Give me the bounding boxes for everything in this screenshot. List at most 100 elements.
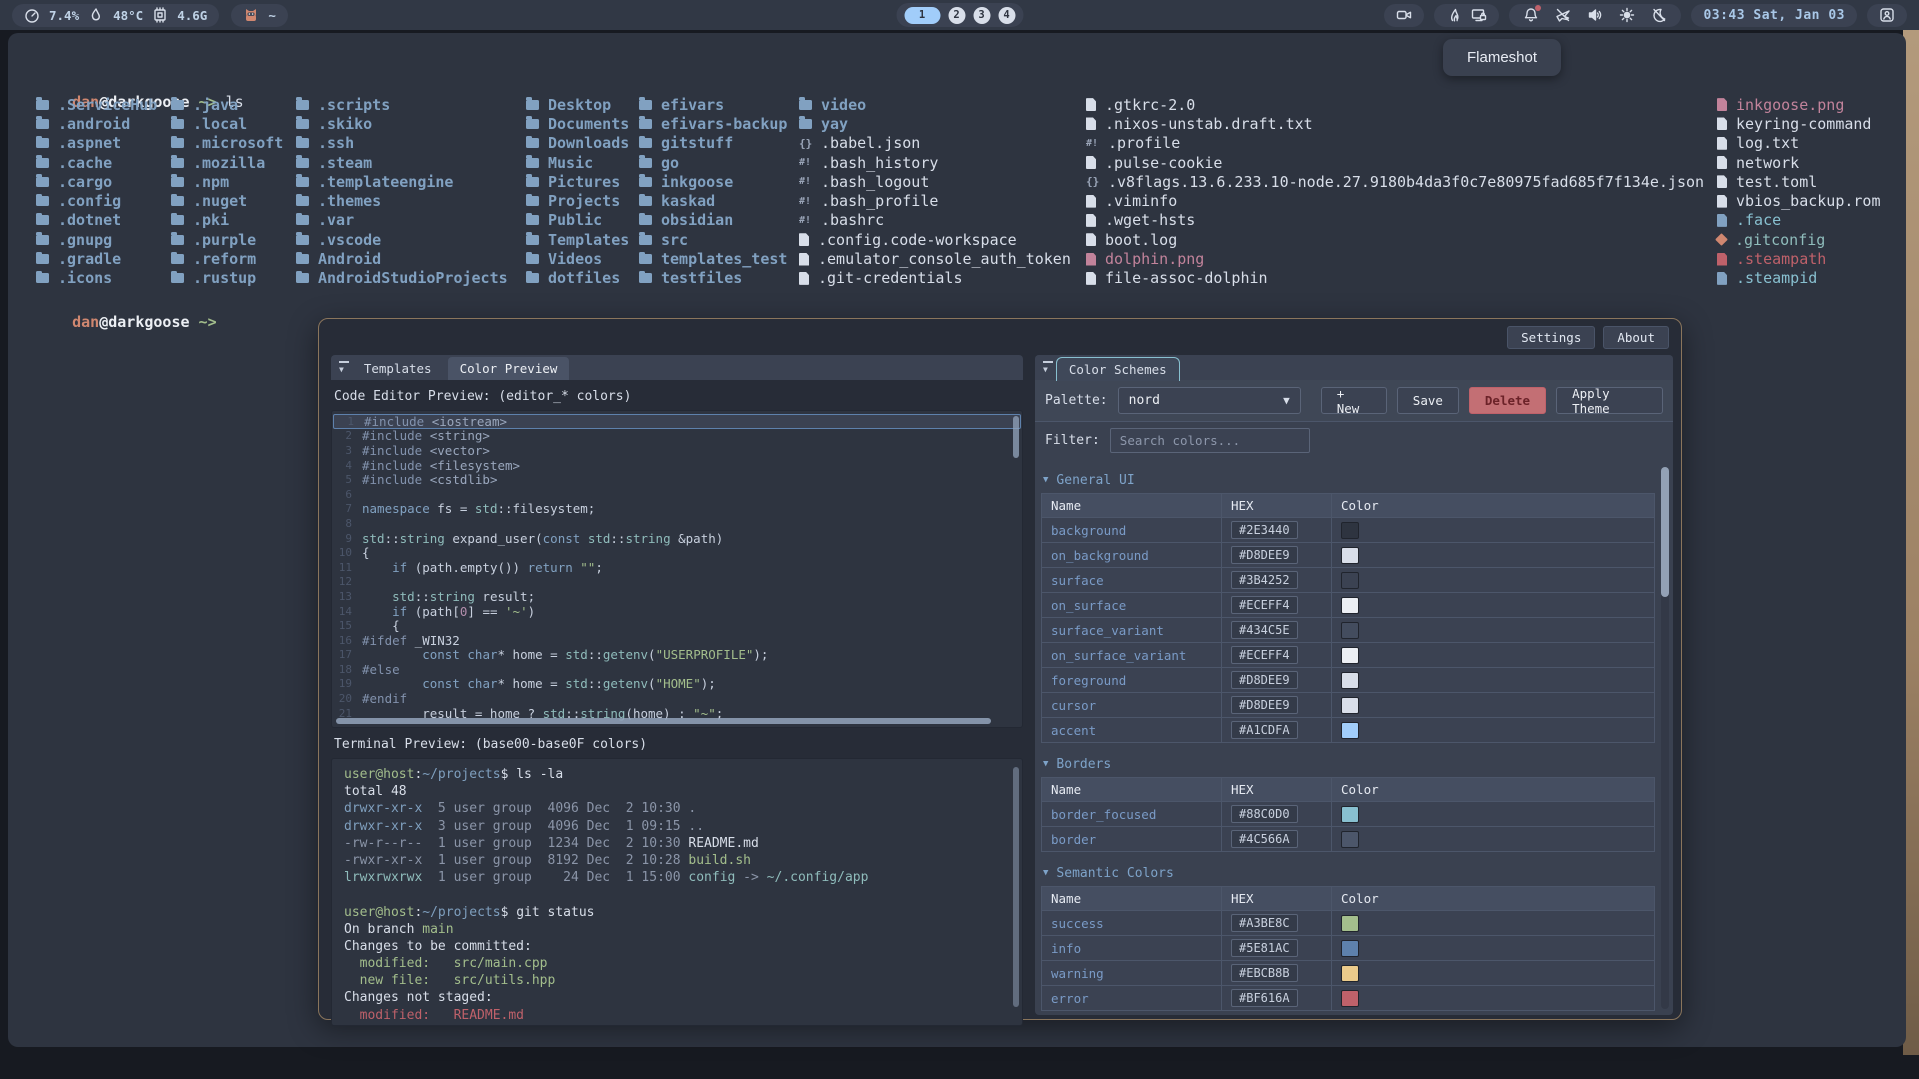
folder-icon bbox=[639, 177, 652, 187]
save-button[interactable]: Save bbox=[1397, 387, 1459, 414]
color-swatch[interactable] bbox=[1341, 831, 1359, 848]
flameshot-tray-icon[interactable] bbox=[1446, 7, 1462, 23]
terminal-line: -rwxr-xr-x 1 user group 8192 Dec 2 10:28… bbox=[344, 853, 1010, 870]
hex-value-field[interactable]: #2E3440 bbox=[1231, 521, 1298, 539]
ls-entry: .gtkrc-2.0 bbox=[1086, 95, 1704, 114]
collapse-icon[interactable]: ▼ bbox=[1043, 365, 1048, 374]
brightness-icon[interactable] bbox=[1619, 7, 1635, 23]
airplane-off-icon[interactable] bbox=[1555, 7, 1571, 23]
about-button[interactable]: About bbox=[1603, 326, 1669, 349]
color-swatch[interactable] bbox=[1341, 965, 1359, 982]
color-swatch[interactable] bbox=[1341, 806, 1359, 823]
ls-entry: .dotnet bbox=[36, 211, 157, 230]
screen-lock-icon[interactable] bbox=[1471, 7, 1487, 23]
hex-value-field[interactable]: #D8DEE9 bbox=[1231, 546, 1298, 564]
color-swatch[interactable] bbox=[1341, 597, 1359, 614]
color-name: surface_variant bbox=[1042, 618, 1222, 642]
ls-entry: inkgoose bbox=[639, 172, 787, 191]
ls-entry: AndroidStudioProjects bbox=[296, 269, 508, 288]
folder-icon bbox=[36, 273, 49, 283]
hex-value-field[interactable]: #D8DEE9 bbox=[1231, 671, 1298, 689]
power-menu-pill[interactable] bbox=[1867, 4, 1907, 27]
tab-templates[interactable]: Templates bbox=[352, 357, 444, 380]
ls-entry: .microsoft bbox=[171, 134, 283, 153]
color-swatch[interactable] bbox=[1341, 990, 1359, 1007]
folder-icon bbox=[171, 177, 184, 187]
folder-icon bbox=[171, 215, 184, 225]
hex-value-field[interactable]: #ECEFF4 bbox=[1231, 646, 1298, 664]
notifications-icon[interactable] bbox=[1523, 7, 1539, 24]
file-icon bbox=[799, 253, 809, 266]
ls-entry: dotfiles bbox=[526, 269, 629, 288]
editor-horizontal-scrollbar[interactable] bbox=[336, 718, 991, 724]
color-swatch[interactable] bbox=[1341, 547, 1359, 564]
hex-value-field[interactable]: #5E81AC bbox=[1231, 939, 1298, 957]
tab-color-schemes[interactable]: Color Schemes bbox=[1056, 357, 1180, 381]
hex-value-field[interactable]: #4C566A bbox=[1231, 830, 1298, 848]
color-swatch[interactable] bbox=[1341, 622, 1359, 639]
file-icon bbox=[1086, 98, 1096, 111]
editor-vertical-scrollbar[interactable] bbox=[1013, 416, 1019, 458]
workspace-4[interactable]: 4 bbox=[998, 7, 1015, 24]
hex-value-field[interactable]: #ECEFF4 bbox=[1231, 596, 1298, 614]
hex-value-field[interactable]: #3B4252 bbox=[1231, 571, 1298, 589]
ls-entry: .nuget bbox=[171, 191, 283, 210]
schemes-scrollbar[interactable] bbox=[1661, 467, 1669, 1009]
ls-entry: video bbox=[799, 95, 1071, 114]
editor-preview-heading: Code Editor Preview: (editor_* colors) bbox=[334, 389, 1023, 404]
ls-entry: Desktop bbox=[526, 95, 629, 114]
screen-recorder-pill[interactable] bbox=[1384, 4, 1424, 27]
night-light-off-icon[interactable] bbox=[1651, 7, 1667, 23]
code-line: 11 if (path.empty()) return ""; bbox=[332, 560, 1022, 575]
section-header-borders[interactable]: ▼Borders bbox=[1041, 751, 1655, 777]
color-swatch[interactable] bbox=[1341, 522, 1359, 539]
color-swatch[interactable] bbox=[1341, 940, 1359, 957]
hex-value-field[interactable]: #D8DEE9 bbox=[1231, 696, 1298, 714]
cpu-usage: 7.4% bbox=[49, 8, 79, 23]
hex-value-field[interactable]: #A3BE8C bbox=[1231, 914, 1298, 932]
color-swatch[interactable] bbox=[1341, 572, 1359, 589]
color-swatch[interactable] bbox=[1341, 697, 1359, 714]
workspace-1[interactable]: 1 bbox=[904, 7, 940, 24]
hex-value-field[interactable]: #A1CDFA bbox=[1231, 721, 1298, 739]
ls-entry: .pki bbox=[171, 211, 283, 230]
terminal-line: -rw-r--r-- 1 user group 1234 Dec 2 10:30… bbox=[344, 836, 1010, 853]
hex-value-field[interactable]: #88C0D0 bbox=[1231, 805, 1298, 823]
apply-theme-button[interactable]: Apply Theme bbox=[1556, 387, 1663, 414]
terminal-vertical-scrollbar[interactable] bbox=[1013, 767, 1019, 1007]
preview-tabbar: ▼ Templates Color Preview bbox=[331, 355, 1023, 380]
file-icon: #! bbox=[799, 157, 812, 168]
launcher-pill[interactable]: ~ bbox=[231, 4, 288, 27]
ls-entry: .git-credentials bbox=[799, 269, 1071, 288]
palette-select[interactable]: nord ▼ bbox=[1118, 387, 1301, 414]
color-swatch[interactable] bbox=[1341, 915, 1359, 932]
settings-button[interactable]: Settings bbox=[1507, 326, 1595, 349]
color-swatch[interactable] bbox=[1341, 722, 1359, 739]
color-swatch[interactable] bbox=[1341, 647, 1359, 664]
hex-value-field[interactable]: #EBCB8B bbox=[1231, 964, 1298, 982]
filter-input[interactable] bbox=[1110, 428, 1310, 453]
ls-entry: Templates bbox=[526, 230, 629, 249]
color-name: border_focused bbox=[1042, 802, 1222, 826]
hex-value-field[interactable]: #BF616A bbox=[1231, 989, 1298, 1007]
hex-value-field[interactable]: #434C5E bbox=[1231, 621, 1298, 639]
color-name: warning bbox=[1042, 961, 1222, 985]
file-icon bbox=[1086, 195, 1096, 208]
collapse-icon[interactable]: ▼ bbox=[339, 365, 344, 374]
color-swatch[interactable] bbox=[1341, 672, 1359, 689]
section-header-semantic-colors[interactable]: ▼Semantic Colors bbox=[1041, 860, 1655, 886]
color-name: cursor bbox=[1042, 693, 1222, 717]
ls-entry: test.toml bbox=[1717, 172, 1881, 191]
section-header-general-ui[interactable]: ▼General UI bbox=[1041, 467, 1655, 493]
ls-entry: Android bbox=[296, 249, 508, 268]
code-line: 5#include <cstdlib> bbox=[332, 472, 1022, 487]
file-icon bbox=[1715, 233, 1728, 246]
workspace-3[interactable]: 3 bbox=[973, 7, 990, 24]
terminal-line: total 48 bbox=[344, 784, 1010, 801]
workspace-2[interactable]: 2 bbox=[948, 7, 965, 24]
tab-color-preview[interactable]: Color Preview bbox=[448, 357, 570, 380]
clock-pill[interactable]: 03:43 Sat, Jan 03 bbox=[1691, 4, 1857, 27]
volume-icon[interactable] bbox=[1587, 7, 1603, 23]
delete-button[interactable]: Delete bbox=[1469, 387, 1546, 414]
new-palette-button[interactable]: + New bbox=[1321, 387, 1387, 414]
